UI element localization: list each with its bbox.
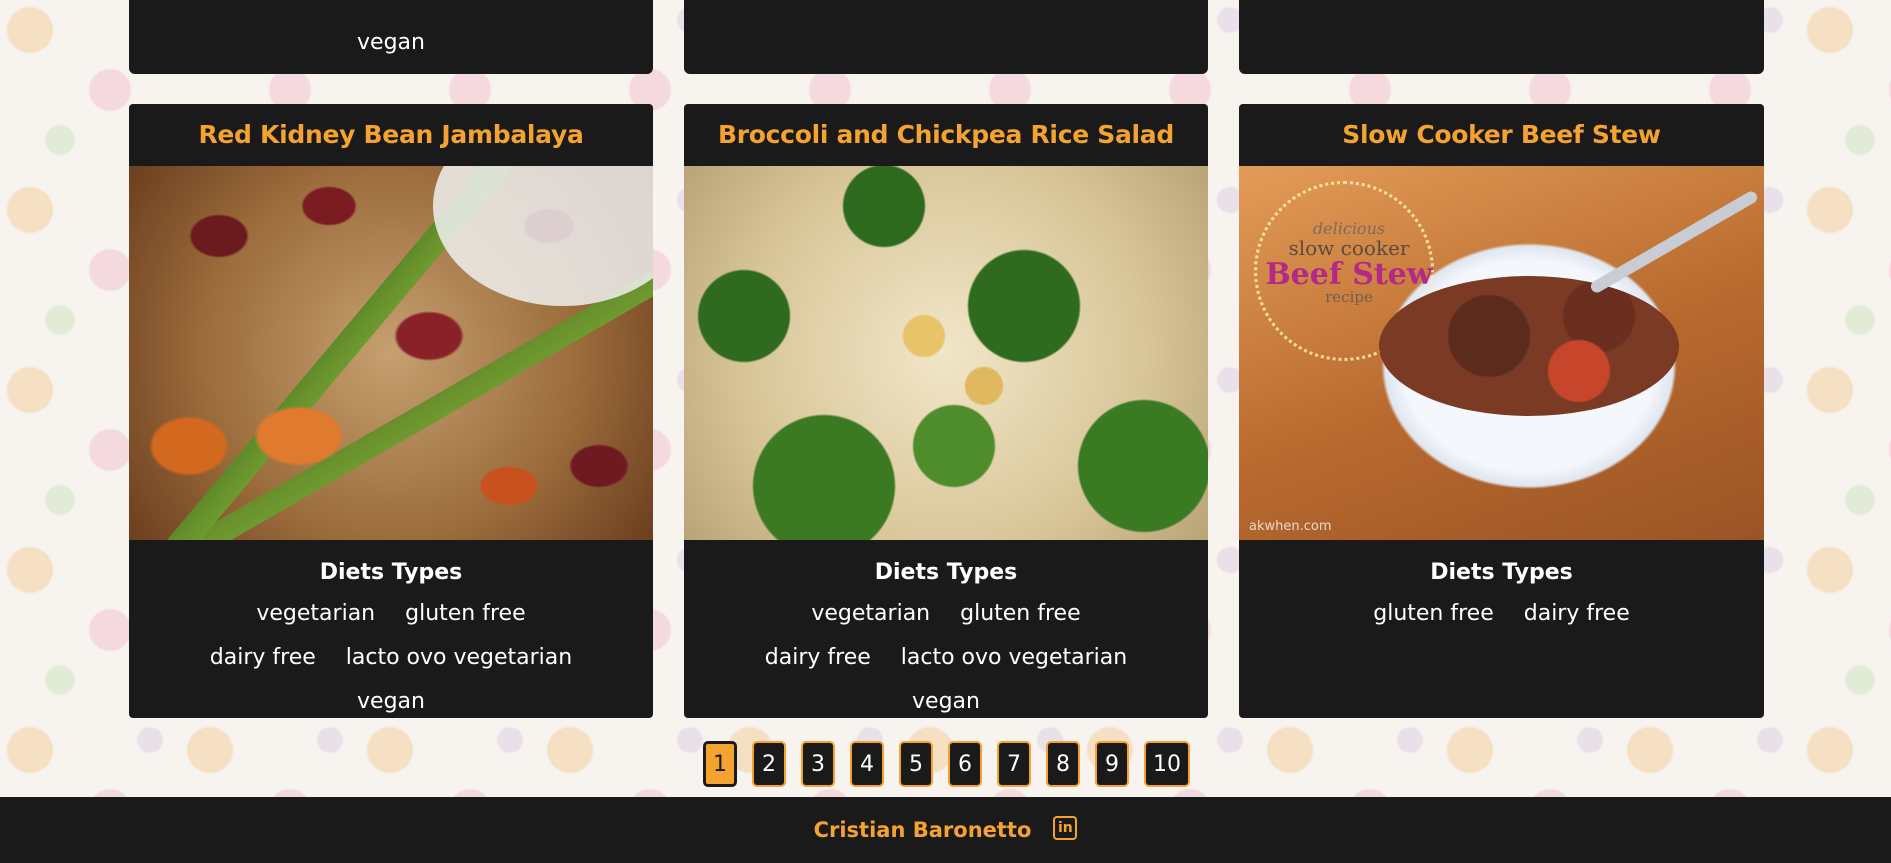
diet-tag: gluten free [1373, 601, 1494, 626]
page-button-8[interactable]: 8 [1046, 741, 1080, 787]
recipe-card-top-1[interactable]: vegan [129, 0, 653, 74]
image-caption-line: recipe [1325, 288, 1373, 307]
image-caption-line: slow cooker [1288, 235, 1410, 260]
page-button-3[interactable]: 3 [801, 741, 835, 787]
diet-tag: lacto ovo vegetarian [345, 645, 573, 670]
image-caption: delicious slow cooker Beef Stew recipe [1249, 220, 1449, 307]
diet-tag: vegan [357, 30, 425, 55]
diet-tag: gluten free [960, 601, 1081, 626]
page-button-2[interactable]: 2 [752, 741, 786, 787]
diet-tags: vegetarian gluten free dairy free lacto … [684, 585, 1208, 717]
recipe-image[interactable]: delicious slow cooker Beef Stew recipe a… [1239, 166, 1764, 540]
diet-tags: vegan [129, 28, 653, 58]
image-caption-line: Beef Stew [1265, 256, 1433, 292]
diets-heading: Diets Types [874, 560, 1018, 585]
recipe-image[interactable] [684, 166, 1208, 540]
footer: Cristian Baronetto in [0, 797, 1891, 863]
recipe-title[interactable]: Red Kidney Bean Jambalaya [129, 104, 653, 166]
image-watermark: akwhen.com [1249, 519, 1332, 534]
diet-tag: vegetarian [811, 601, 931, 626]
diet-tag: vegan [357, 689, 425, 714]
recipe-image[interactable] [129, 166, 653, 540]
page-button-7[interactable]: 7 [997, 741, 1031, 787]
page-button-4[interactable]: 4 [850, 741, 884, 787]
recipe-title[interactable]: Broccoli and Chickpea Rice Salad [684, 104, 1208, 166]
recipe-title[interactable]: Slow Cooker Beef Stew [1239, 104, 1764, 166]
page-button-1[interactable]: 1 [703, 741, 737, 787]
page-button-10[interactable]: 10 [1144, 741, 1190, 787]
linkedin-icon[interactable]: in [1053, 816, 1078, 840]
page-button-6[interactable]: 6 [948, 741, 982, 787]
diet-tag: dairy free [764, 645, 871, 670]
diet-tag: vegan [912, 689, 980, 714]
diet-tag: lacto ovo vegetarian [900, 645, 1128, 670]
recipe-card[interactable]: Slow Cooker Beef Stew delicious slow coo… [1239, 104, 1764, 718]
diet-tags: vegetarian gluten free dairy free lacto … [129, 585, 653, 717]
diets-heading: Diets Types [1430, 560, 1573, 585]
page-button-5[interactable]: 5 [899, 741, 933, 787]
diet-tag: vegetarian [256, 601, 376, 626]
author-name: Cristian Baronetto [813, 818, 1032, 842]
recipe-card[interactable]: Broccoli and Chickpea Rice Salad Diets T… [684, 104, 1208, 718]
page-button-9[interactable]: 9 [1095, 741, 1129, 787]
diet-tag: dairy free [1523, 601, 1630, 626]
spoon [1588, 189, 1760, 295]
recipe-card-top-2[interactable] [684, 0, 1208, 74]
recipe-card-top-3[interactable] [1239, 0, 1764, 74]
diet-tags: gluten free dairy free [1239, 585, 1764, 629]
diet-tag: dairy free [209, 645, 316, 670]
diet-tag: gluten free [405, 601, 526, 626]
pagination: 1 2 3 4 5 6 7 8 9 10 [703, 741, 1190, 787]
recipe-card[interactable]: Red Kidney Bean Jambalaya Diets Types ve… [129, 104, 653, 718]
diets-heading: Diets Types [319, 560, 463, 585]
